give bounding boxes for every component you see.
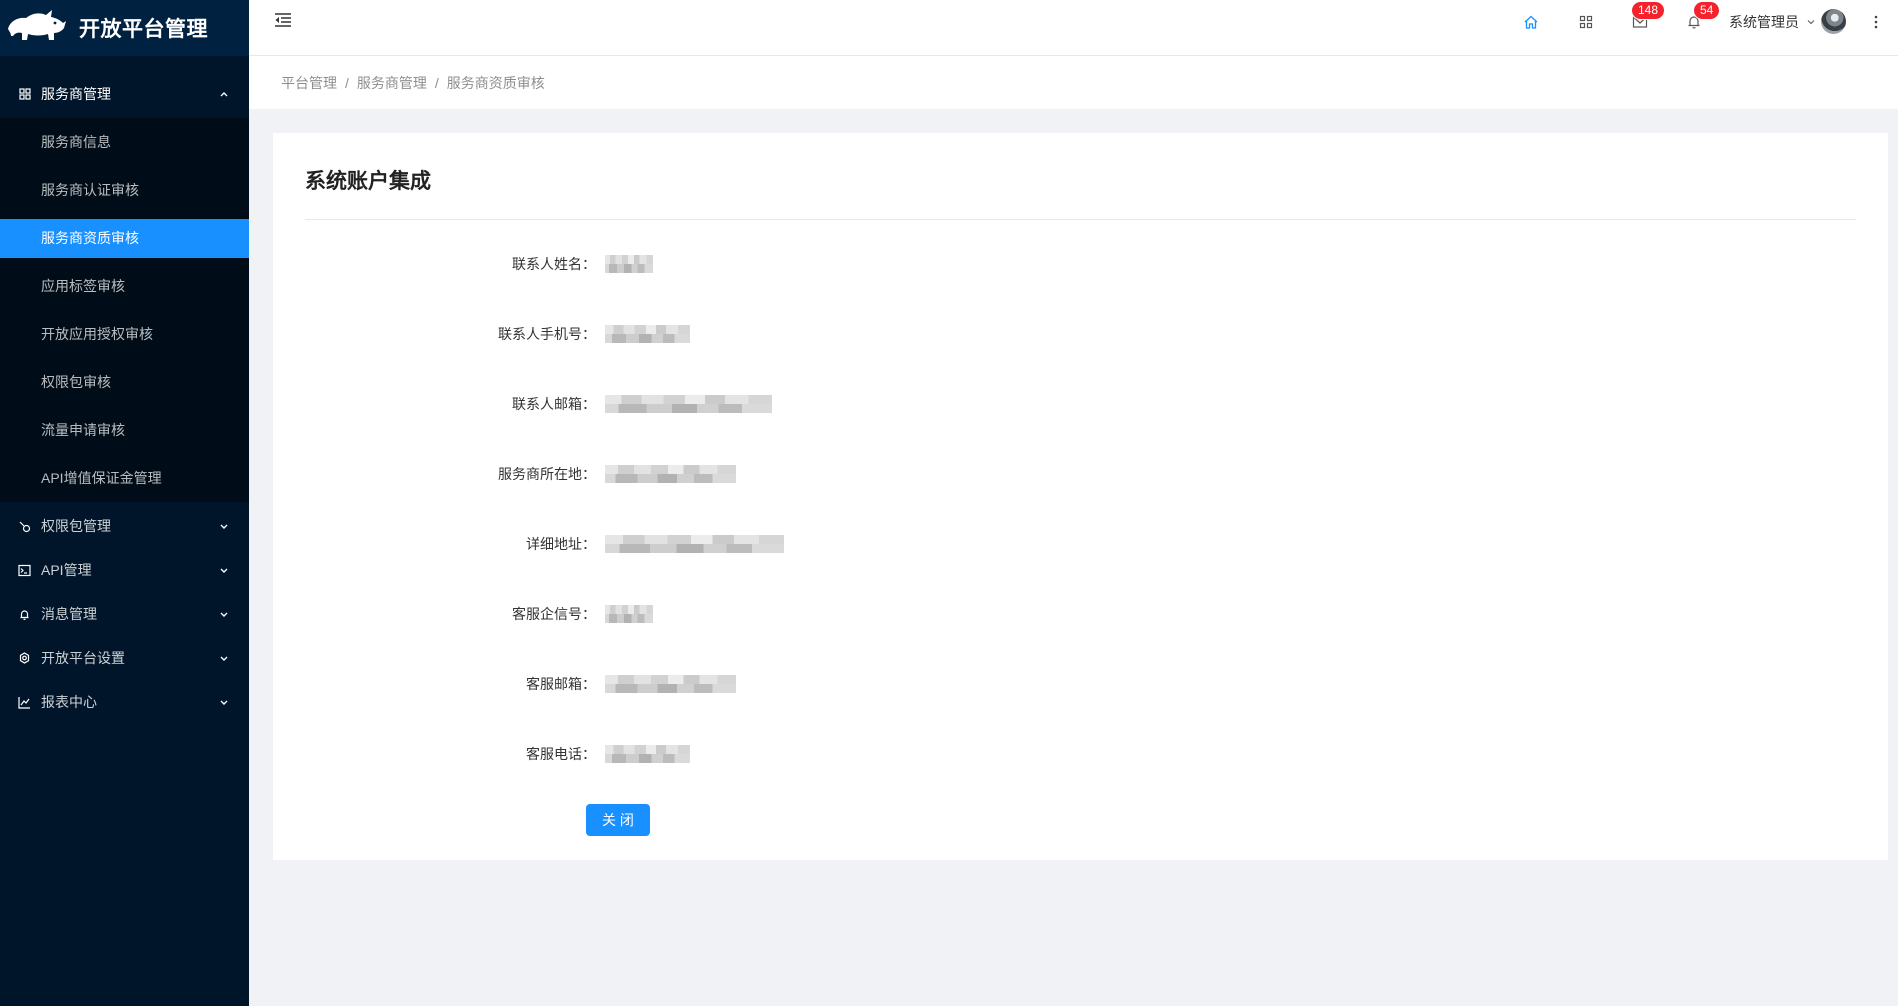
chevron-down-icon [219,521,229,531]
chevron-up-icon [219,89,229,99]
avatar[interactable] [1821,9,1846,34]
home-icon[interactable] [1521,12,1541,32]
appstore-icon [18,88,31,101]
top-header: 148 54 系统管理员 [249,0,1898,56]
field-label: 联系人姓名： [512,256,596,272]
menu-group-label: 消息管理 [41,606,97,622]
collapsed-groups: 权限包管理 API管理 消息管理 开放平台设置 报表中心 [0,507,249,722]
field-label: 详细地址： [526,536,596,552]
menu-group-messages[interactable]: 消息管理 [0,595,249,634]
sidebar-item-provider-info[interactable]: 服务商信息 [0,123,249,162]
side-menu: 服务商管理 服务商信息 服务商认证审核 服务商资质审核 应用标签审核 开放应用授… [0,56,249,722]
menu-group-label: 权限包管理 [41,518,111,534]
detail-card: 系统账户集成 联系人姓名： 联系人手机号： 联系人邮箱： 服务商所在地： 详细地… [273,133,1888,860]
form-row-support-im: 客服企信号： [273,579,1888,649]
submenu: 服务商信息 服务商认证审核 服务商资质审核 应用标签审核 开放应用授权审核 权限… [0,118,249,502]
bell-icon [18,608,31,621]
breadcrumb-item-service-provider[interactable]: 服务商管理 [357,73,427,93]
form-row-support-email: 客服邮箱： [273,649,1888,719]
link-icon [18,520,31,533]
gear-icon [18,651,31,665]
blurred-value [605,395,772,413]
menu-group-label: 服务商管理 [41,86,111,102]
chevron-down-icon [219,609,229,619]
title-divider [305,219,1856,220]
menu-group-label: 开放平台设置 [41,650,125,666]
breadcrumb-separator: / [434,74,439,91]
blurred-value [605,535,784,553]
blurred-value [605,605,653,623]
menu-group-label: 报表中心 [41,694,97,710]
field-label: 联系人手机号： [498,326,596,342]
sidebar-item-traffic-request-review[interactable]: 流量申请审核 [0,411,249,450]
more-icon[interactable] [1866,12,1886,32]
line-chart-icon [18,696,31,709]
menu-group-api[interactable]: API管理 [0,551,249,590]
page-title: 系统账户集成 [305,170,431,193]
field-label: 客服企信号： [512,606,596,622]
blurred-value [605,325,690,343]
form-row-contact-name: 联系人姓名： [273,229,1888,299]
form-row-contact-phone: 联系人手机号： [273,299,1888,369]
field-label: 服务商所在地： [498,466,596,482]
form-row-detail-address: 详细地址： [273,509,1888,579]
form-row-contact-email: 联系人邮箱： [273,369,1888,439]
code-icon [18,564,31,577]
sidebar-item-api-deposit-management[interactable]: API增值保证金管理 [0,459,249,498]
user-name[interactable]: 系统管理员 [1729,13,1799,31]
menu-group-report-center[interactable]: 报表中心 [0,683,249,722]
sidebar-item-provider-certification-review[interactable]: 服务商认证审核 [0,171,249,210]
detail-form: 联系人姓名： 联系人手机号： 联系人邮箱： 服务商所在地： 详细地址： 客服企信… [273,229,1888,789]
field-label: 联系人邮箱： [512,396,596,412]
menu-fold-icon[interactable] [273,10,293,30]
blurred-value [605,255,653,273]
app-title: 开放平台管理 [79,18,208,41]
sidebar-item-app-tag-review[interactable]: 应用标签审核 [0,267,249,306]
appstore-icon[interactable] [1576,12,1596,32]
notification-badge: 54 [1694,2,1720,19]
chevron-down-icon [219,565,229,575]
blurred-value [605,465,736,483]
menu-group-platform-settings[interactable]: 开放平台设置 [0,639,249,678]
sidebar-item-provider-qualification-review[interactable]: 服务商资质审核 [0,218,249,258]
chevron-down-icon [219,653,229,663]
form-row-provider-location: 服务商所在地： [273,439,1888,509]
form-row-support-phone: 客服电话： [273,719,1888,789]
sidebar-item-permission-package-review[interactable]: 权限包审核 [0,363,249,402]
blurred-value [605,675,736,693]
sidebar-item-app-authorization-review[interactable]: 开放应用授权审核 [0,315,249,354]
blurred-value [605,745,690,763]
close-button[interactable]: 关 闭 [586,804,650,836]
field-label: 客服电话： [526,746,596,762]
breadcrumb-item-platform[interactable]: 平台管理 [281,73,337,93]
chevron-down-icon [219,697,229,707]
menu-group-service-provider[interactable]: 服务商管理 [0,70,249,118]
breadcrumb-item-current: 服务商资质审核 [446,74,545,91]
field-label: 客服邮箱： [526,676,596,692]
sidebar: 开放平台管理 服务商管理 服务商信息 服务商认证审核 服务商资质审核 应用标签审… [0,0,249,1006]
breadcrumb: 平台管理 / 服务商管理 / 服务商资质审核 [249,56,1898,109]
breadcrumb-separator: / [345,74,349,91]
mail-badge: 148 [1632,2,1665,19]
menu-group-permission-package[interactable]: 权限包管理 [0,507,249,546]
menu-group-label: API管理 [41,562,92,578]
chevron-down-icon[interactable] [1801,12,1821,32]
rhino-logo-icon [6,9,67,48]
logo[interactable]: 开放平台管理 [0,0,249,56]
